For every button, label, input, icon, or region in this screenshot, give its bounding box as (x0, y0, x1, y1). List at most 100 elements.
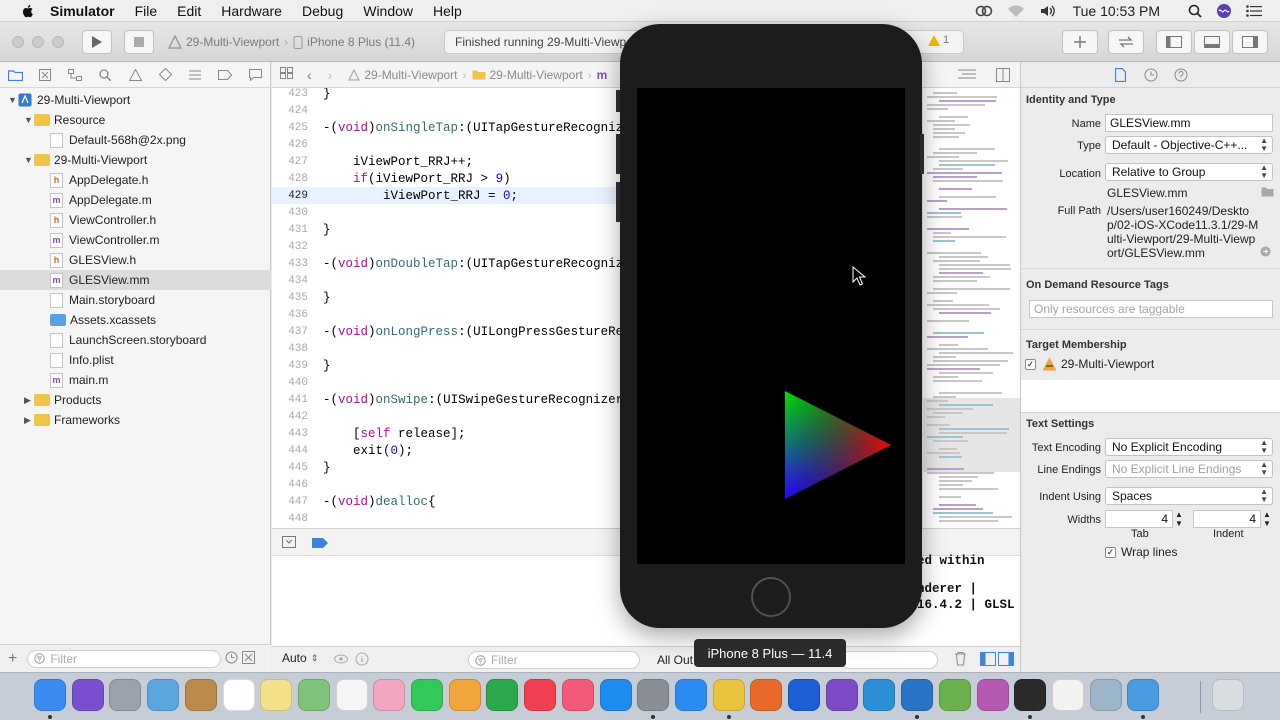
navigator-row[interactable]: m AppDelegate.m (0, 190, 271, 210)
wrap-lines-row[interactable]: ✓ Wrap lines (1105, 545, 1177, 559)
back-icon[interactable]: ‹ (307, 67, 312, 83)
indent-width-field[interactable]: 4 (1193, 510, 1261, 528)
history-tab-icon[interactable] (1136, 68, 1166, 82)
chrome-icon[interactable] (712, 679, 745, 711)
name-field[interactable]: GLESView.mm (1105, 114, 1273, 132)
navigator-row[interactable]: ▶ Frameworks (0, 410, 271, 430)
target-checkbox[interactable]: ✓ (1025, 358, 1036, 370)
line-number[interactable]: 442 (272, 411, 310, 423)
disclosure-collapsed-icon[interactable]: ▶ (24, 395, 34, 406)
symbol-tab-icon[interactable] (60, 68, 90, 81)
report-tab-icon[interactable] (240, 68, 270, 81)
navigator-row[interactable]: m GLESView.mm (0, 270, 271, 290)
navigator-row[interactable]: Default-568h@2x.png (0, 130, 271, 150)
menu-edit[interactable]: Edit (177, 3, 201, 19)
window-minimize-button[interactable] (32, 36, 44, 48)
dropbox-icon[interactable] (788, 679, 820, 711)
line-number[interactable]: 438 (272, 343, 310, 355)
trash-icon[interactable] (1212, 679, 1244, 711)
window-close-button[interactable] (12, 36, 24, 48)
hide-debug-area-icon[interactable] (282, 536, 296, 551)
maps-icon[interactable] (297, 679, 330, 711)
line-number[interactable]: 446 (272, 479, 310, 491)
trash-console-icon[interactable] (954, 651, 967, 669)
notification-center-icon[interactable] (1246, 5, 1262, 17)
navigator-row[interactable]: ▼ 29-Multi-Viewport (0, 90, 271, 110)
menu-help[interactable]: Help (433, 3, 462, 19)
firefox-icon[interactable] (750, 679, 783, 711)
console-search-input[interactable] (840, 651, 938, 669)
navigator-row[interactable]: m main.m (0, 370, 271, 390)
add-file-icon[interactable]: + (8, 650, 17, 668)
split-right-icon[interactable] (998, 652, 1014, 669)
menu-clock[interactable]: Tue 10:53 PM (1073, 3, 1160, 19)
reveal-in-finder-icon[interactable] (1260, 246, 1271, 260)
line-number[interactable]: 429 (272, 190, 310, 202)
vscode-icon[interactable] (863, 679, 896, 711)
version-editor-button[interactable] (1108, 30, 1144, 54)
apple-menu-icon[interactable] (20, 3, 36, 19)
breakpoint-tab-icon[interactable] (210, 69, 240, 80)
disclosure-expanded-icon[interactable]: ▼ (24, 115, 34, 125)
wifi-icon[interactable] (1007, 4, 1025, 18)
test-tab-icon[interactable] (150, 68, 180, 81)
volume-down-button[interactable] (616, 182, 620, 222)
run-button[interactable] (82, 30, 112, 54)
line-number[interactable]: 436 (272, 309, 310, 321)
stop-button[interactable] (124, 30, 154, 54)
keynote-icon[interactable] (448, 679, 481, 711)
menu-simulator[interactable]: Simulator (50, 3, 115, 19)
indent-using-popup[interactable]: Spaces ▲ ▼ (1105, 487, 1273, 505)
line-number[interactable]: 437 (272, 326, 310, 338)
line-number[interactable]: 447 (272, 496, 310, 508)
simulator-icon[interactable] (1127, 679, 1160, 711)
line-number[interactable]: 425 (272, 122, 310, 134)
line-number[interactable]: 433 (272, 258, 310, 270)
android-studio-icon[interactable] (938, 679, 971, 711)
info-icon[interactable] (355, 652, 369, 669)
forward-icon[interactable]: › (328, 67, 333, 83)
warning-indicator[interactable]: 1 (928, 34, 949, 46)
reminders-icon[interactable] (335, 679, 368, 711)
find-tab-icon[interactable] (90, 68, 120, 81)
safari-icon[interactable] (674, 679, 707, 711)
line-number[interactable]: 443 (272, 428, 310, 440)
quick-look-icon[interactable] (334, 652, 348, 669)
navigator-row[interactable]: ▼ Resource (0, 110, 271, 130)
wrap-lines-checkbox[interactable]: ✓ (1105, 546, 1116, 558)
terminal-icon[interactable] (1014, 679, 1047, 711)
issue-tab-icon[interactable] (120, 68, 150, 81)
navigator-row[interactable]: ▶ Products (0, 390, 271, 410)
source-control-tab-icon[interactable] (30, 68, 60, 81)
mute-switch[interactable] (616, 90, 620, 112)
toggle-navigator-button[interactable] (1156, 30, 1192, 54)
console-filter-input[interactable]: Filter (468, 651, 640, 669)
odr-tags-input[interactable]: Only resources are taggable (1029, 300, 1273, 318)
tab-width-field[interactable]: 4 (1105, 510, 1173, 528)
navigator-row[interactable]: Assets.xcassets (0, 310, 271, 330)
line-number[interactable]: 423 (272, 88, 310, 100)
menu-file[interactable]: File (135, 3, 158, 19)
line-number[interactable]: 426 (272, 139, 310, 151)
disclosure-collapsed-icon[interactable]: ▶ (24, 415, 34, 426)
menu-window[interactable]: Window (363, 3, 413, 19)
recent-files-icon[interactable] (225, 651, 238, 667)
toggle-debug-area-button[interactable] (1194, 30, 1230, 54)
line-number[interactable]: 430 (272, 207, 310, 219)
navigator-row[interactable]: h ViewController.h (0, 210, 271, 230)
navigator-row[interactable]: LaunchScreen.storyboard (0, 330, 271, 350)
news-icon[interactable] (524, 679, 557, 711)
power-button[interactable] (920, 134, 924, 174)
related-items-icon[interactable] (280, 67, 293, 82)
calendar-icon[interactable] (222, 679, 255, 711)
notes-icon[interactable] (260, 679, 293, 711)
siri-icon[interactable] (71, 679, 104, 711)
line-endings-popup[interactable]: No Explicit Line Endings ▲ ▼ (1105, 460, 1273, 478)
line-number[interactable]: 435 (272, 292, 310, 304)
line-number[interactable]: 432 (272, 241, 310, 253)
variables-scope-popup[interactable]: Auto ⇕ (282, 651, 318, 665)
messages-icon[interactable] (411, 679, 443, 711)
navigator-row[interactable]: ▼ 29-Multi-Viewport (0, 150, 271, 170)
simulator-screen[interactable] (637, 88, 905, 564)
menu-hardware[interactable]: Hardware (221, 3, 282, 19)
